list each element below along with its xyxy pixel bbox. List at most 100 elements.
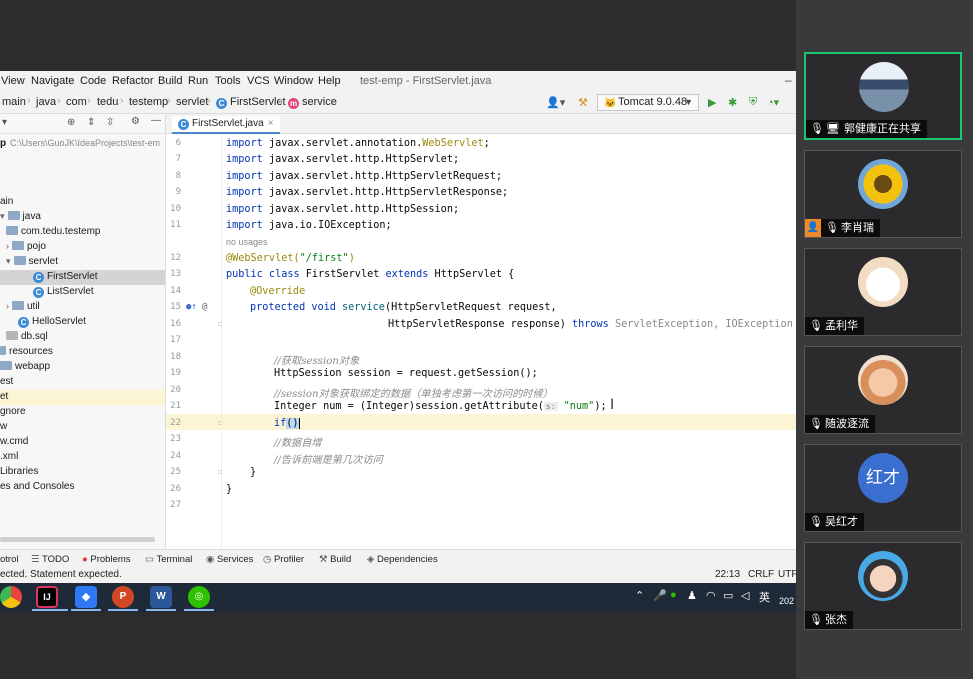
tree-item[interactable]: et (0, 390, 165, 405)
wechat-icon[interactable]: ◎ (188, 586, 210, 608)
tree-item[interactable]: › util (6, 301, 40, 312)
close-icon[interactable]: × (268, 118, 274, 129)
tree-item[interactable]: C HelloServlet (18, 316, 86, 328)
clock[interactable]: 202 (779, 596, 794, 606)
usage-hint[interactable]: no usages (226, 237, 268, 247)
participant-tile[interactable]: 🎙 张杰 (804, 542, 962, 630)
tree-item[interactable]: C ListServlet (33, 286, 94, 298)
encoding[interactable]: UTF (778, 569, 796, 580)
code-line: import javax.servlet.http.HttpServlet; (226, 154, 460, 165)
collapse-all-icon[interactable]: ⇳ (106, 117, 114, 128)
run-config-select[interactable]: 🐱 Tomcat 9.0.48 ▼ (597, 94, 699, 111)
tool-terminal[interactable]: ▭ Terminal (145, 554, 192, 565)
breadcrumb-java[interactable]: java (36, 96, 56, 108)
locate-icon[interactable]: ⊕ (67, 117, 75, 128)
gear-icon[interactable]: ⚙ (131, 116, 140, 127)
participant-tile[interactable]: 🎙 随波逐流 (804, 346, 962, 434)
tree-item[interactable]: es and Consoles (0, 481, 75, 492)
word-icon[interactable]: W (150, 586, 172, 608)
intellij-icon[interactable]: IJ (36, 586, 58, 608)
breadcrumb-main[interactable]: main (2, 96, 26, 108)
code-line: @WebServlet("/first") (226, 253, 355, 264)
tree-item[interactable]: ▾ java (0, 211, 41, 222)
tab-firstservlet[interactable]: C FirstServlet.java × (172, 116, 280, 134)
horizontal-scrollbar[interactable] (0, 537, 155, 542)
menu-build[interactable]: Build (158, 75, 182, 87)
ime-indicator[interactable]: 英 (759, 589, 770, 605)
project-path: C:\Users\GuoJK\IdeaProjects\test-em (10, 138, 161, 148)
build-hammer-icon[interactable]: ⚒ (578, 96, 588, 109)
tree-item[interactable]: w.cmd (0, 436, 28, 447)
tree-item[interactable]: webapp (0, 361, 50, 372)
lanxin-icon[interactable]: ◆ (75, 586, 97, 608)
menu-code[interactable]: Code (80, 75, 106, 87)
chrome-icon[interactable] (0, 586, 22, 608)
participant-tile[interactable]: 👤 🎙 李肖瑞 (804, 150, 962, 238)
powerpoint-icon[interactable]: P (112, 586, 134, 608)
menu-refactor[interactable]: Refactor (112, 75, 154, 87)
breadcrumb-service[interactable]: m service (288, 96, 337, 109)
tree-item[interactable]: w (0, 421, 7, 432)
user-icon[interactable]: 👤▾ (546, 96, 565, 109)
menu-run[interactable]: Run (188, 75, 208, 87)
tree-item[interactable]: est (0, 376, 13, 387)
menu-vcs[interactable]: VCS (247, 75, 270, 87)
code-comment: //告诉前端是第几次访问 (274, 455, 383, 466)
tree-item[interactable]: Libraries (0, 466, 38, 477)
profile-icon[interactable]: ◔▾ (767, 96, 779, 109)
breadcrumb-tedu[interactable]: tedu (97, 96, 118, 108)
tool-build[interactable]: ⚒ Build (319, 554, 351, 565)
method-icon: m (288, 98, 299, 109)
menu-help[interactable]: Help (318, 75, 341, 87)
battery-icon[interactable]: ▭ (723, 589, 733, 602)
menu-window[interactable]: Window (274, 75, 313, 87)
sql-file-icon (6, 331, 18, 340)
tool-problems[interactable]: ● Problems (82, 554, 131, 565)
hide-icon[interactable]: — (151, 115, 161, 126)
tool-profiler[interactable]: ◷ Profiler (263, 554, 304, 565)
tree-item[interactable]: ain (0, 196, 13, 207)
tree-item[interactable]: › pojo (6, 241, 46, 252)
tool-dependencies[interactable]: ◈ Dependencies (367, 554, 438, 565)
menu-navigate[interactable]: Navigate (31, 75, 74, 87)
tree-item[interactable]: .xml (0, 451, 18, 462)
microphone-icon[interactable]: 🎤 (653, 589, 667, 602)
status-message[interactable]: ected. Statement expected. (0, 569, 122, 580)
expand-all-icon[interactable]: ⇕ (87, 117, 95, 128)
menu-tools[interactable]: Tools (215, 75, 241, 87)
tree-item[interactable]: ▾ servlet (6, 256, 58, 267)
code-editor[interactable]: import javax.servlet.annotation.WebServl… (222, 134, 796, 549)
project-root[interactable]: p (0, 138, 6, 149)
coverage-icon[interactable]: ⛨ (749, 96, 757, 109)
tree-item[interactable]: resources (0, 346, 53, 357)
mic-muted-icon: 🎙 (825, 222, 839, 234)
annotation-marker-icon[interactable]: @ (202, 302, 207, 312)
tree-item[interactable]: gnore (0, 406, 26, 417)
wifi-icon[interactable]: ◠ (706, 589, 716, 602)
person-icon[interactable]: ♟ (687, 589, 697, 602)
wechat-tray-icon[interactable]: ● (670, 589, 677, 601)
participant-tile[interactable]: 🎙 🖥 郭健康正在共享 (804, 52, 962, 140)
tree-item-selected[interactable]: C FirstServlet (0, 270, 165, 285)
tool-version-control[interactable]: otrol (0, 554, 18, 565)
menu-view[interactable]: View (1, 75, 25, 87)
debug-icon[interactable]: ✱ (728, 96, 737, 109)
chevron-up-icon[interactable]: ⌃ (635, 589, 644, 602)
breadcrumb-firstservlet[interactable]: C FirstServlet (216, 96, 286, 109)
tool-todo[interactable]: ☰ TODO (31, 554, 69, 565)
collapse-arrow-icon[interactable]: ▾ (2, 117, 7, 128)
run-icon[interactable]: ▶ (708, 96, 716, 109)
participant-tile[interactable]: 红才 🎙 吴红才 (804, 444, 962, 532)
line-separator[interactable]: CRLF (748, 569, 774, 580)
cursor-position[interactable]: 22:13 (715, 569, 740, 580)
breadcrumb-com[interactable]: com (66, 96, 87, 108)
breadcrumb-testemp[interactable]: testemp (129, 96, 168, 108)
minimize-icon[interactable]: – (785, 73, 792, 87)
breadcrumb-servlet[interactable]: servlet (176, 96, 208, 108)
volume-icon[interactable]: ◁ (741, 589, 749, 602)
participant-tile[interactable]: 🎙 孟利华 (804, 248, 962, 336)
override-marker-icon[interactable]: ●↑ (186, 302, 197, 312)
tree-item[interactable]: com.tedu.testemp (6, 226, 100, 237)
tree-item[interactable]: db.sql (6, 331, 48, 342)
tool-services[interactable]: ◉ Services (206, 554, 253, 565)
